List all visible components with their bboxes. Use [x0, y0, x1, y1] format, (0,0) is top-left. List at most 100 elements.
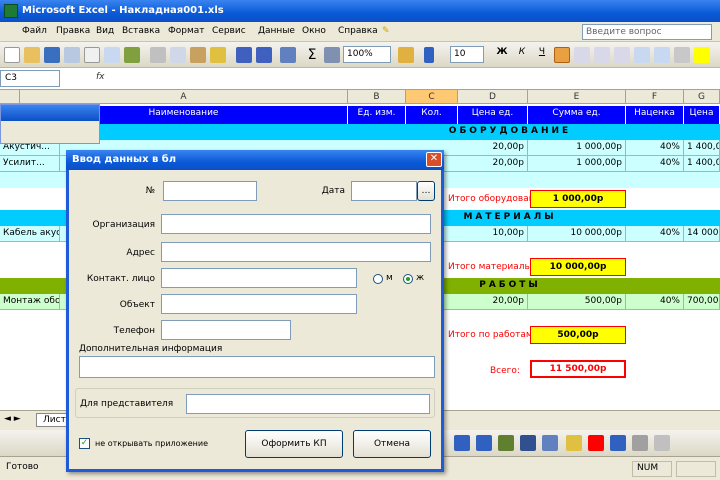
header-price[interactable]: Цена ед. — [458, 106, 528, 124]
sort-icon[interactable] — [324, 47, 340, 63]
menu-file[interactable]: Файл — [20, 26, 49, 36]
font-name-icon[interactable] — [424, 47, 434, 63]
cut-icon[interactable] — [150, 47, 166, 63]
line-style-icon[interactable] — [610, 435, 626, 451]
num-input[interactable] — [163, 181, 257, 201]
dialog-close-button[interactable]: ✕ — [426, 152, 442, 167]
tab-nav-arrows-icon[interactable]: ◄ ► — [4, 414, 21, 424]
manager-input[interactable] — [186, 394, 430, 414]
header-sum[interactable]: Сумма ед. — [528, 106, 626, 124]
cell-markup[interactable]: 40% — [626, 294, 684, 309]
cell-price[interactable]: 20,00р — [458, 156, 528, 171]
open-icon[interactable] — [24, 47, 40, 63]
date-input[interactable] — [351, 181, 417, 201]
no-open-checkbox[interactable]: ✓ — [79, 438, 90, 449]
draw-arrow-icon[interactable] — [476, 435, 492, 451]
cell-name[interactable]: Монтаж оборуд... — [0, 294, 60, 309]
spelling-icon[interactable] — [124, 47, 140, 63]
menu-window[interactable]: Окно — [300, 26, 328, 36]
menu-view[interactable]: Вид — [94, 26, 116, 36]
header-markup[interactable]: Наценка — [626, 106, 684, 124]
percent-icon[interactable] — [654, 47, 670, 63]
permission-icon[interactable] — [64, 47, 80, 63]
menu-help[interactable]: Справка — [336, 26, 380, 36]
phone-input[interactable] — [161, 320, 291, 340]
fx-icon[interactable]: fx — [96, 72, 105, 82]
section-equipment[interactable]: ОБОРУДОВАНИЕ — [0, 124, 720, 140]
underline-icon[interactable]: Ч — [534, 47, 550, 63]
paste-icon[interactable] — [190, 47, 206, 63]
borders-icon[interactable] — [674, 47, 690, 63]
cell-final[interactable]: 14 000,00р — [684, 226, 720, 241]
undo-icon[interactable] — [236, 47, 252, 63]
cell-final[interactable]: 700,00р — [684, 294, 720, 309]
help-icon[interactable] — [398, 47, 414, 63]
gender-radio-m[interactable] — [373, 274, 383, 284]
grand-total-value[interactable]: 11 500,00р — [530, 360, 626, 378]
column-header-e[interactable]: E — [528, 90, 626, 104]
extra-info-input[interactable] — [79, 356, 435, 378]
new-icon[interactable] — [4, 47, 20, 63]
preview-icon[interactable] — [104, 47, 120, 63]
floating-toolbar-panel[interactable] — [0, 104, 100, 144]
fill-icon[interactable] — [566, 435, 582, 451]
help-search-input[interactable]: Введите вопрос — [582, 24, 712, 40]
menu-edit[interactable]: Правка — [54, 26, 92, 36]
cell-markup[interactable]: 40% — [626, 140, 684, 155]
hyperlink-icon[interactable] — [280, 47, 296, 63]
shadow-icon[interactable] — [632, 435, 648, 451]
cell-final[interactable]: 1 400,00р — [684, 140, 720, 155]
cell-sum[interactable]: 500,00р — [528, 294, 626, 309]
dialog-title-bar[interactable]: Ввод данных в бл ✕ — [66, 150, 444, 170]
cancel-button[interactable]: Отмена — [353, 430, 431, 458]
addr-input[interactable] — [161, 242, 431, 262]
column-header-f[interactable]: F — [626, 90, 684, 104]
zoom-select[interactable]: 100% — [343, 46, 391, 63]
currency-icon[interactable] — [634, 47, 650, 63]
save-icon[interactable] — [44, 47, 60, 63]
date-picker-button[interactable]: … — [417, 181, 435, 201]
panel-title-bar[interactable] — [1, 105, 99, 121]
cell-markup[interactable]: 40% — [626, 226, 684, 241]
org-input[interactable] — [161, 214, 431, 234]
header-unit[interactable]: Ед. изм. — [348, 106, 406, 124]
menu-tools[interactable]: Сервис — [210, 26, 248, 36]
font-size-select[interactable]: 10 — [450, 46, 484, 63]
name-box[interactable]: C3 — [0, 70, 60, 87]
column-header-a[interactable]: A — [20, 90, 348, 104]
cell-name[interactable]: Усилит... — [0, 156, 60, 171]
draw-line-icon[interactable] — [454, 435, 470, 451]
menu-insert[interactable]: Вставка — [120, 26, 162, 36]
column-header-g[interactable]: G — [684, 90, 720, 104]
gender-radio-f[interactable] — [403, 274, 413, 284]
cell-price[interactable]: 10,00р — [458, 226, 528, 241]
header-qty[interactable]: Кол. — [406, 106, 458, 124]
assistant-icon[interactable]: ✎ — [380, 26, 392, 36]
copy-icon[interactable] — [170, 47, 186, 63]
select-all-corner[interactable] — [0, 90, 20, 104]
total-equipment-value[interactable]: 1 000,00р — [530, 190, 626, 208]
contact-input[interactable] — [161, 268, 357, 288]
cell-name[interactable]: Кабель акуст... — [0, 226, 60, 241]
object-input[interactable] — [161, 294, 357, 314]
italic-icon[interactable]: К — [514, 47, 530, 63]
cell-markup[interactable]: 40% — [626, 156, 684, 171]
autosum-icon[interactable]: Σ — [304, 47, 320, 63]
align-right-icon[interactable] — [594, 47, 610, 63]
merge-icon[interactable] — [614, 47, 630, 63]
create-offer-button[interactable]: Оформить КП — [245, 430, 343, 458]
menu-format[interactable]: Формат — [166, 26, 207, 36]
bold-icon[interactable]: Ж — [494, 47, 510, 63]
menu-data[interactable]: Данные — [256, 26, 297, 36]
redo-icon[interactable] — [256, 47, 272, 63]
cell-price[interactable]: 20,00р — [458, 294, 528, 309]
cell-sum[interactable]: 1 000,00р — [528, 140, 626, 155]
format-painter-icon[interactable] — [210, 47, 226, 63]
column-header-c[interactable]: C — [406, 90, 458, 104]
align-left-icon[interactable] — [554, 47, 570, 63]
fill-color-icon[interactable] — [694, 47, 710, 63]
textbox-icon[interactable] — [542, 435, 558, 451]
column-header-d[interactable]: D — [458, 90, 528, 104]
total-works-value[interactable]: 500,00р — [530, 326, 626, 344]
align-center-icon[interactable] — [574, 47, 590, 63]
